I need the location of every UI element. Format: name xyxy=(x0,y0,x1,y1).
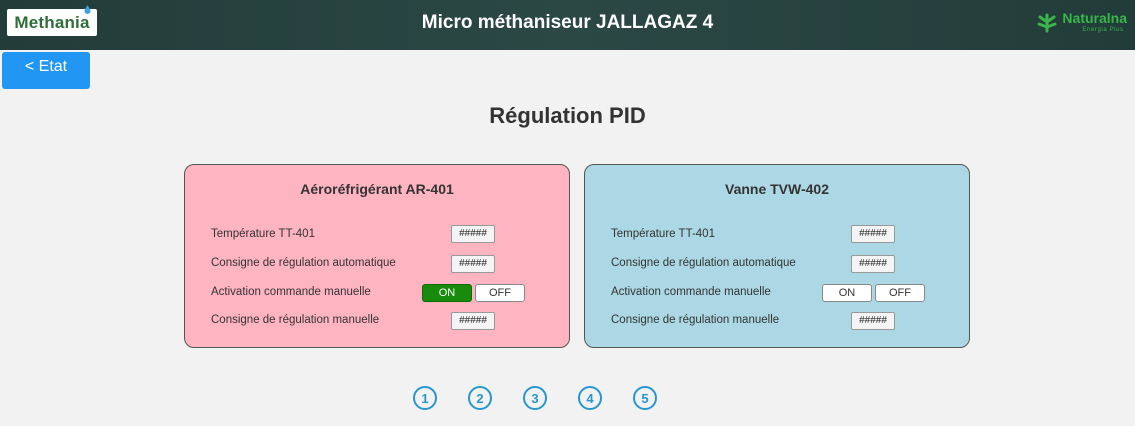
naturalna-leaf-icon xyxy=(1037,13,1057,33)
manual-activation-label: Activation commande manuelle xyxy=(611,286,771,298)
temperature-value: ##### xyxy=(451,225,495,243)
panel-tvw-402: Vanne TVW-402 Température TT-401 ##### C… xyxy=(584,164,970,348)
page-1-button[interactable]: 1 xyxy=(413,386,437,410)
temperature-value: ##### xyxy=(851,225,895,243)
header-bar: Methania Micro méthaniseur JALLAGAZ 4 Na… xyxy=(0,0,1135,50)
panel-ar-401: Aéroréfrigérant AR-401 Température TT-40… xyxy=(184,164,570,348)
manual-activation-label: Activation commande manuelle xyxy=(211,286,371,298)
auto-setpoint-label: Consigne de régulation automatique xyxy=(211,257,396,269)
page-2-button[interactable]: 2 xyxy=(468,386,492,410)
manual-setpoint-field[interactable]: ##### xyxy=(851,312,895,330)
auto-setpoint-label: Consigne de régulation automatique xyxy=(611,257,796,269)
manual-off-toggle[interactable]: OFF xyxy=(475,284,525,302)
naturalna-logo: Naturalna Energia Plus xyxy=(1036,11,1127,37)
app-title: Micro méthaniseur JALLAGAZ 4 xyxy=(421,12,714,33)
manual-off-toggle[interactable]: OFF xyxy=(875,284,925,302)
manual-setpoint-label: Consigne de régulation manuelle xyxy=(211,314,380,326)
page-pagination: 1 2 3 4 5 xyxy=(413,386,688,410)
page-4-button[interactable]: 4 xyxy=(578,386,602,410)
panel-title: Vanne TVW-402 xyxy=(725,181,829,197)
manual-setpoint-field[interactable]: ##### xyxy=(451,312,495,330)
page-title: Régulation PID xyxy=(489,103,646,128)
panel-title: Aéroréfrigérant AR-401 xyxy=(300,181,454,197)
page-5-button[interactable]: 5 xyxy=(633,386,657,410)
naturalna-tagline: Energia Plus xyxy=(1082,27,1124,33)
page-3-button[interactable]: 3 xyxy=(523,386,547,410)
auto-setpoint-field[interactable]: ##### xyxy=(851,255,895,273)
temperature-label: Température TT-401 xyxy=(211,228,315,240)
manual-on-toggle[interactable]: ON xyxy=(422,284,472,302)
auto-setpoint-field[interactable]: ##### xyxy=(451,255,495,273)
back-to-etat-button[interactable]: < Etat xyxy=(2,52,90,89)
manual-on-toggle[interactable]: ON xyxy=(822,284,872,302)
manual-setpoint-label: Consigne de régulation manuelle xyxy=(611,314,780,326)
naturalna-brand: Naturalna xyxy=(1062,10,1127,26)
temperature-label: Température TT-401 xyxy=(611,228,715,240)
